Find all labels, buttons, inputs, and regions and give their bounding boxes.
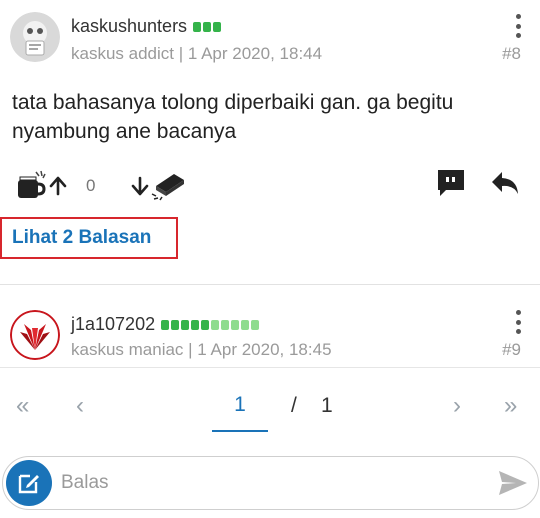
next-page-button[interactable]: › [453, 392, 461, 420]
post-number[interactable]: #8 [502, 44, 521, 64]
reputation-bar [213, 21, 222, 32]
post-number[interactable]: #9 [502, 340, 521, 360]
page-separator: / [291, 394, 297, 417]
reputation-bar [171, 319, 180, 330]
reply-icon[interactable] [490, 170, 520, 196]
reputation-bar [221, 319, 230, 330]
view-replies-link[interactable]: Lihat 2 Balasan [0, 217, 178, 259]
vote-count: 0 [86, 176, 96, 195]
prev-page-button[interactable]: ‹ [76, 392, 84, 420]
send-icon[interactable] [498, 469, 528, 502]
edit-icon[interactable] [6, 460, 52, 506]
current-page[interactable]: 1 [212, 388, 268, 432]
reputation-bar [203, 21, 212, 32]
total-pages: 1 [321, 394, 333, 417]
more-options-icon[interactable] [514, 14, 522, 38]
reputation-bar [161, 319, 170, 330]
first-page-button[interactable]: « [16, 392, 29, 420]
reply-input[interactable] [61, 469, 481, 497]
post-9: j1a107202 kaskus maniac | 1 Apr 2020, 18… [0, 286, 540, 368]
username[interactable]: j1a107202 [71, 314, 260, 335]
post-meta: kaskus addict | 1 Apr 2020, 18:44 [71, 44, 323, 63]
post-8: kaskushunters kaskus addict | 1 Apr 2020… [0, 0, 540, 285]
downvote-arrow-icon[interactable] [130, 176, 150, 196]
upvote-arrow-icon[interactable] [48, 176, 68, 196]
post-meta: kaskus maniac | 1 Apr 2020, 18:45 [71, 340, 332, 359]
more-options-icon[interactable] [514, 310, 522, 334]
reply-bar [2, 456, 539, 510]
bata-icon[interactable] [150, 168, 186, 202]
username-text[interactable]: j1a107202 [71, 314, 155, 335]
reputation-bar [201, 319, 210, 330]
last-page-button[interactable]: » [504, 392, 517, 420]
reputation-bar [181, 319, 190, 330]
reputation-bar [251, 319, 260, 330]
reputation-bar [231, 319, 240, 330]
wing-avatar-icon [10, 310, 60, 360]
avatar[interactable] [10, 310, 60, 360]
pagination: « ‹ 1 / 1 › » [0, 380, 540, 432]
avatar[interactable] [10, 12, 60, 62]
post-content: tata bahasanya tolong diperbaiki gan. ga… [12, 91, 454, 143]
reputation-bar [211, 319, 220, 330]
reputation-bars [161, 319, 260, 330]
post-actions: 0 [0, 164, 540, 208]
cendol-icon[interactable] [16, 168, 50, 202]
reputation-bar [241, 319, 250, 330]
username[interactable]: kaskushunters [71, 16, 222, 37]
reputation-bar [193, 21, 202, 32]
reputation-bars [193, 21, 222, 32]
reputation-bar [191, 319, 200, 330]
quote-icon[interactable] [436, 168, 466, 198]
username-text[interactable]: kaskushunters [71, 16, 187, 37]
ghost-avatar-icon [10, 12, 60, 62]
